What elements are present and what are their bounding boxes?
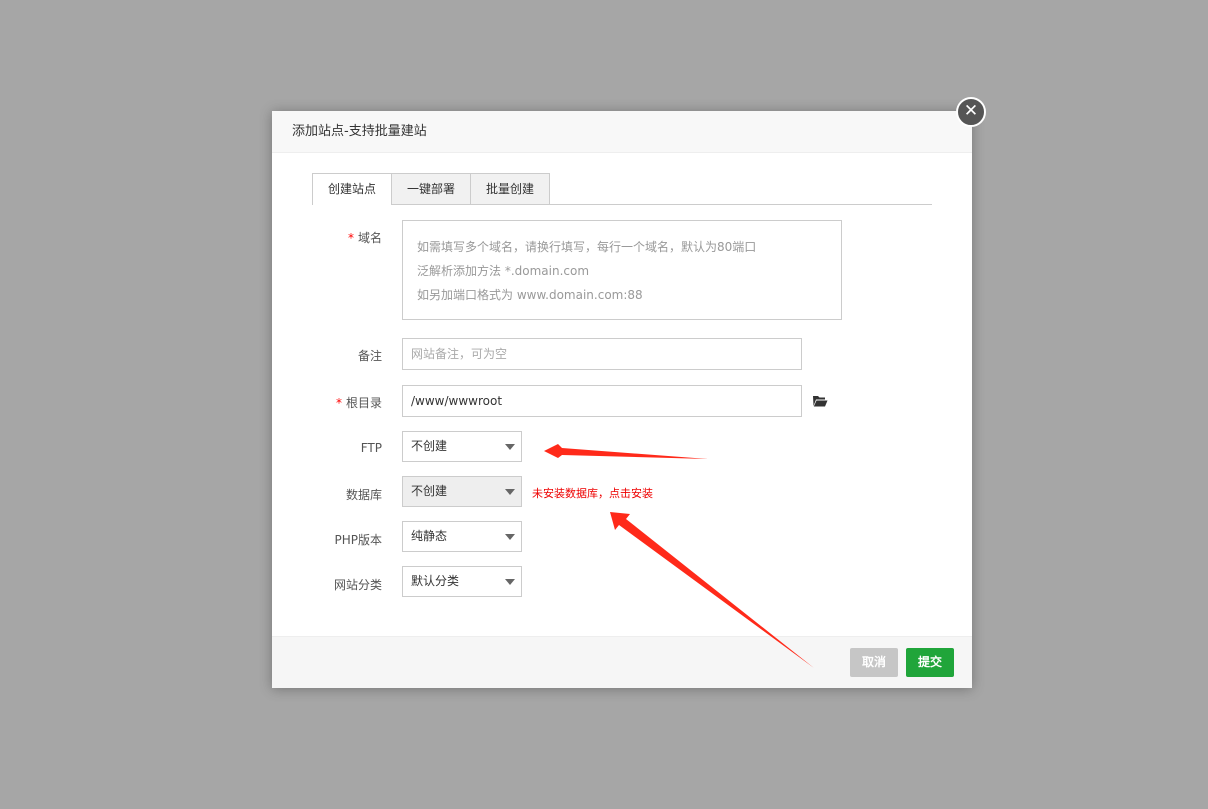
site-category-label: 网站分类	[333, 578, 382, 592]
php-version-select[interactable]: 纯静态	[402, 521, 522, 552]
folder-open-icon[interactable]	[812, 393, 828, 409]
chevron-down-icon	[505, 534, 515, 540]
close-icon[interactable]: ✕	[956, 97, 986, 127]
chevron-down-icon	[505, 444, 515, 450]
add-site-dialog: 添加站点-支持批量建站 创建站点 一键部署 批量创建 * 域名 如需填写多个域名，…	[272, 111, 972, 688]
database-select-value: 不创建	[411, 484, 448, 498]
root-dir-label: * 根目录	[335, 396, 382, 410]
install-database-link[interactable]: 未安装数据库，点击安装	[532, 485, 653, 501]
required-mark: *	[335, 396, 342, 410]
site-category-select-value: 默认分类	[411, 574, 460, 588]
domain-textarea[interactable]: 如需填写多个域名，请换行填写，每行一个域名，默认为80端口 泛解析添加方法 *.…	[402, 220, 842, 320]
dialog-footer: 取消 提交	[272, 636, 972, 688]
tab-one-click-deploy[interactable]: 一键部署	[391, 173, 472, 204]
domain-label: * 域名	[347, 231, 382, 245]
domain-placeholder-line: 如另加端口格式为 www.domain.com:88	[417, 288, 643, 302]
php-version-label: PHP版本	[334, 533, 383, 547]
ftp-select-value: 不创建	[411, 439, 448, 453]
site-category-select[interactable]: 默认分类	[402, 566, 522, 597]
cancel-button[interactable]: 取消	[850, 648, 899, 677]
tab-create-site[interactable]: 创建站点	[312, 173, 393, 205]
root-dir-input[interactable]: /www/wwwroot	[402, 385, 802, 417]
ftp-label: FTP	[360, 441, 382, 455]
required-mark: *	[347, 231, 354, 245]
tab-bar: 创建站点 一键部署 批量创建	[312, 173, 932, 205]
database-select[interactable]: 不创建	[402, 476, 522, 507]
ftp-select[interactable]: 不创建	[402, 431, 522, 462]
tab-batch-create[interactable]: 批量创建	[470, 173, 551, 204]
dialog-title: 添加站点-支持批量建站	[272, 111, 972, 153]
remark-label: 备注	[357, 349, 382, 363]
chevron-down-icon	[505, 489, 515, 495]
domain-placeholder-line: 如需填写多个域名，请换行填写，每行一个域名，默认为80端口	[417, 240, 757, 254]
submit-button[interactable]: 提交	[906, 648, 955, 677]
php-version-select-value: 纯静态	[411, 529, 448, 543]
domain-placeholder-line: 泛解析添加方法 *.domain.com	[417, 264, 590, 278]
database-label: 数据库	[345, 488, 382, 502]
chevron-down-icon	[505, 579, 515, 585]
remark-input[interactable]: 网站备注，可为空	[402, 338, 802, 370]
